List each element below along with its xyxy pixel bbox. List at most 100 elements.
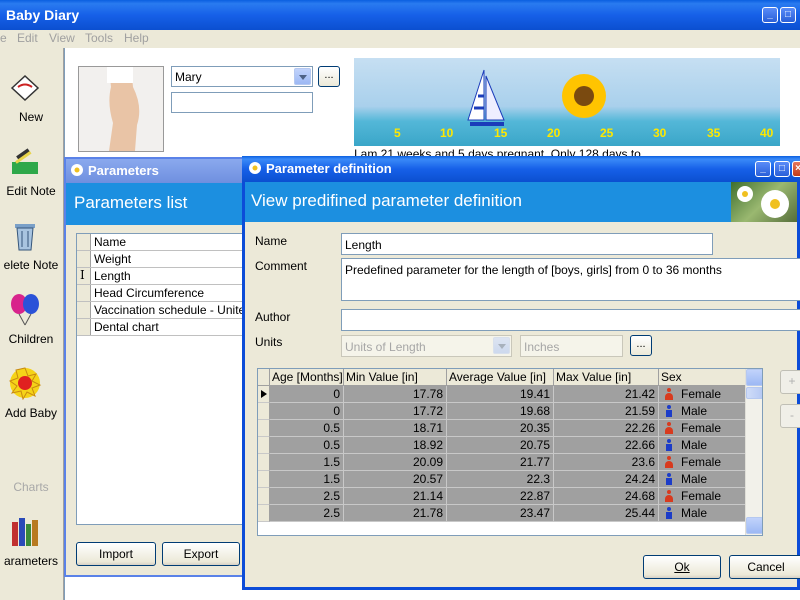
row-selector[interactable] xyxy=(258,471,270,488)
minimize-button[interactable]: _ xyxy=(762,7,778,23)
units-select[interactable]: Units of Length xyxy=(341,335,512,357)
sidebar-item-parameters[interactable]: arameters xyxy=(0,506,64,580)
author-field[interactable] xyxy=(341,309,800,331)
menu-file[interactable]: e xyxy=(0,31,7,45)
table-row[interactable]: 2.5 21.78 23.47 25.44 Male xyxy=(258,505,746,522)
cancel-button[interactable]: Cancel xyxy=(729,555,800,579)
min-value-cell[interactable]: 18.71 xyxy=(344,420,447,437)
row-selector[interactable] xyxy=(258,505,270,522)
remove-row-button[interactable]: - xyxy=(780,404,800,428)
average-value-cell[interactable]: 20.35 xyxy=(447,420,554,437)
baby-name-select[interactable]: Mary xyxy=(171,66,313,87)
menu-edit[interactable]: Edit xyxy=(17,31,38,45)
scroll-down-button[interactable] xyxy=(746,517,762,534)
average-value-cell[interactable]: 21.77 xyxy=(447,454,554,471)
list-item[interactable]: Vaccination schedule - United xyxy=(77,302,252,319)
max-value-cell[interactable]: 25.44 xyxy=(554,505,659,522)
age-cell[interactable]: 0.5 xyxy=(270,420,344,437)
list-item[interactable]: Head Circumference xyxy=(77,285,249,302)
age-cell[interactable]: 0 xyxy=(270,403,344,420)
sex-cell[interactable]: Male xyxy=(659,437,746,454)
age-cell[interactable]: 0.5 xyxy=(270,437,344,454)
column-header-max[interactable]: Max Value [in] xyxy=(554,369,659,386)
list-item[interactable]: I Length xyxy=(77,268,249,285)
row-selector[interactable] xyxy=(258,437,270,454)
max-value-cell[interactable]: 24.68 xyxy=(554,488,659,505)
min-value-cell[interactable]: 18.92 xyxy=(344,437,447,454)
column-header-min[interactable]: Min Value [in] xyxy=(344,369,447,386)
list-item[interactable]: Weight xyxy=(77,251,249,268)
unit-field[interactable]: Inches xyxy=(520,335,623,357)
name-field[interactable]: Length xyxy=(341,233,713,255)
table-row[interactable]: 1.5 20.57 22.3 24.24 Male xyxy=(258,471,746,488)
average-value-cell[interactable]: 19.41 xyxy=(447,386,554,403)
dialog-minimize-button[interactable]: _ xyxy=(755,161,771,177)
table-row[interactable]: 1.5 20.09 21.77 23.6 Female xyxy=(258,454,746,471)
scroll-up-button[interactable] xyxy=(746,369,762,386)
sex-cell[interactable]: Female xyxy=(659,420,746,437)
units-browse-button[interactable]: ... xyxy=(630,335,652,356)
min-value-cell[interactable]: 17.78 xyxy=(344,386,447,403)
table-row[interactable]: 2.5 21.14 22.87 24.68 Female xyxy=(258,488,746,505)
sidebar-item-add-baby[interactable]: Add Baby xyxy=(0,358,64,432)
age-cell[interactable]: 2.5 xyxy=(270,505,344,522)
min-value-cell[interactable]: 21.14 xyxy=(344,488,447,505)
grid-scrollbar[interactable] xyxy=(745,369,762,535)
min-value-cell[interactable]: 20.57 xyxy=(344,471,447,488)
age-cell[interactable]: 0 xyxy=(270,386,344,403)
column-header-age[interactable]: Age [Months] xyxy=(270,369,344,386)
sidebar-item-edit-note[interactable]: Edit Note xyxy=(0,136,64,210)
sex-cell[interactable]: Male xyxy=(659,403,746,420)
row-selector[interactable] xyxy=(258,403,270,420)
row-selector[interactable] xyxy=(258,488,270,505)
list-item[interactable]: Dental chart xyxy=(77,319,249,336)
row-selector[interactable] xyxy=(258,420,270,437)
sex-cell[interactable]: Male xyxy=(659,505,746,522)
sex-cell[interactable]: Female xyxy=(659,488,746,505)
age-cell[interactable]: 1.5 xyxy=(270,471,344,488)
comment-field[interactable]: Predefined parameter for the length of [… xyxy=(341,258,800,301)
average-value-cell[interactable]: 20.75 xyxy=(447,437,554,454)
average-value-cell[interactable]: 19.68 xyxy=(447,403,554,420)
chevron-down-icon[interactable] xyxy=(294,68,311,85)
ok-button[interactable]: Ok xyxy=(643,555,721,579)
maximize-button[interactable]: □ xyxy=(780,7,796,23)
sidebar-item-delete-note[interactable]: elete Note xyxy=(0,210,64,284)
scroll-thumb[interactable] xyxy=(746,387,762,399)
sex-cell[interactable]: Female xyxy=(659,386,746,403)
import-button[interactable]: Import xyxy=(76,542,156,566)
sex-cell[interactable]: Female xyxy=(659,454,746,471)
table-row[interactable]: 0.5 18.92 20.75 22.66 Male xyxy=(258,437,746,454)
max-value-cell[interactable]: 21.42 xyxy=(554,386,659,403)
export-button[interactable]: Export xyxy=(162,542,240,566)
menu-view[interactable]: View xyxy=(49,31,75,45)
column-header-sex[interactable]: Sex xyxy=(659,369,746,386)
max-value-cell[interactable]: 22.26 xyxy=(554,420,659,437)
max-value-cell[interactable]: 22.66 xyxy=(554,437,659,454)
sex-cell[interactable]: Male xyxy=(659,471,746,488)
max-value-cell[interactable]: 24.24 xyxy=(554,471,659,488)
min-value-cell[interactable]: 17.72 xyxy=(344,403,447,420)
table-row[interactable]: 0 17.72 19.68 21.59 Male xyxy=(258,403,746,420)
add-row-button[interactable]: + xyxy=(780,370,800,394)
menu-tools[interactable]: Tools xyxy=(85,31,113,45)
average-value-cell[interactable]: 23.47 xyxy=(447,505,554,522)
menu-help[interactable]: Help xyxy=(124,31,149,45)
baby-browse-button[interactable]: ... xyxy=(318,66,340,87)
min-value-cell[interactable]: 20.09 xyxy=(344,454,447,471)
dialog-maximize-button[interactable]: □ xyxy=(774,161,790,177)
max-value-cell[interactable]: 23.6 xyxy=(554,454,659,471)
sidebar-item-children[interactable]: Children xyxy=(0,284,64,358)
sidebar-item-new[interactable]: New xyxy=(0,62,64,136)
row-selector[interactable] xyxy=(258,454,270,471)
age-cell[interactable]: 2.5 xyxy=(270,488,344,505)
baby-photo[interactable] xyxy=(78,66,164,152)
average-value-cell[interactable]: 22.87 xyxy=(447,488,554,505)
age-cell[interactable]: 1.5 xyxy=(270,454,344,471)
min-value-cell[interactable]: 21.78 xyxy=(344,505,447,522)
table-row[interactable]: 0 17.78 19.41 21.42 Female xyxy=(258,386,746,403)
dialog-close-button[interactable]: × xyxy=(792,161,800,177)
max-value-cell[interactable]: 21.59 xyxy=(554,403,659,420)
row-selector[interactable] xyxy=(258,386,270,403)
average-value-cell[interactable]: 22.3 xyxy=(447,471,554,488)
